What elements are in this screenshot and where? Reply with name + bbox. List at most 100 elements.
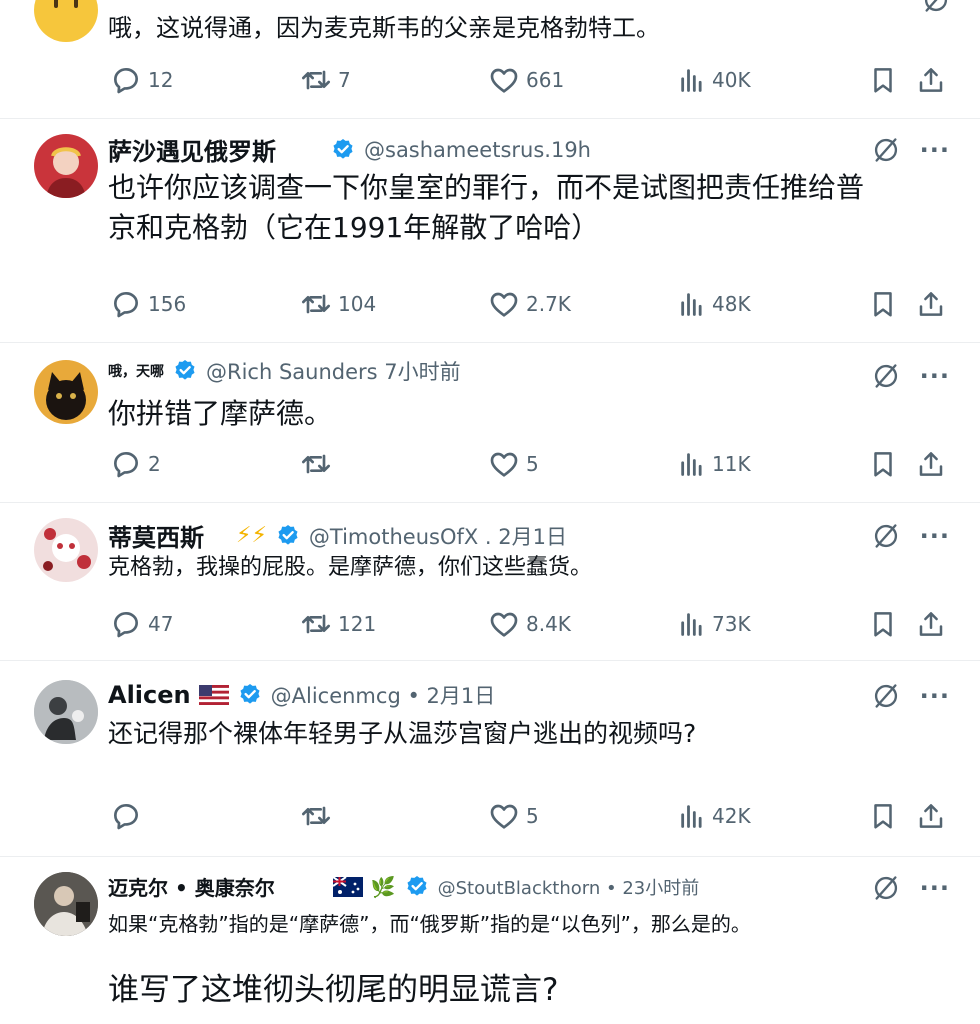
like-count: 5 [526,452,539,476]
verified-badge-icon [330,137,356,163]
grok-icon[interactable] [872,136,900,164]
user-handle[interactable]: @TimotheusOfX . 2月1日 [309,521,567,551]
avatar[interactable] [34,360,98,424]
more-options-icon[interactable]: ··· [920,874,950,902]
avatar[interactable] [34,872,98,936]
grok-icon[interactable] [872,874,900,902]
post-5: 迈克尔 • 奥康奈尔 🌿 @StoutBlackthorn • 23小时前 ··… [0,856,980,1024]
reply-button[interactable]: 47 [110,606,173,642]
reply-button[interactable]: 12 [110,62,173,98]
reply-button[interactable] [110,798,148,834]
share-icon [916,65,946,95]
views-icon [678,290,706,318]
bookmark-button[interactable] [868,62,898,98]
views-button[interactable]: 48K [678,286,751,322]
display-name[interactable]: Alicen [108,681,191,709]
verified-badge-icon [404,874,430,900]
user-handle[interactable]: @StoutBlackthorn • 23小时前 [438,874,700,900]
avatar[interactable] [34,680,98,744]
post-2: 哦，天哪 @Rich Saunders 7小时前 ··· 你拼错了摩萨德。 2 … [0,342,980,502]
post-header: Alicen @Alicenmcg • 2月1日 [108,680,495,710]
user-handle[interactable]: @Alicenmcg • 2月1日 [271,680,496,710]
reply-button[interactable]: 2 [110,446,161,482]
reply-icon [110,608,142,640]
post-text: 克格勃，我操的屁股。是摩萨德，你们这些蠢货。 [108,555,593,580]
reply-icon [110,448,142,480]
like-button[interactable]: 8.4K [488,606,571,642]
post-3: 蒂莫西斯 ⚡⚡ @TimotheusOfX . 2月1日 ··· 克格勃，我操的… [0,502,980,660]
reply-icon [110,800,142,832]
more-options-icon[interactable]: ··· [920,682,950,710]
like-button[interactable]: 5 [488,798,539,834]
bookmark-button[interactable] [868,286,898,322]
heart-icon [488,64,520,96]
repost-button[interactable]: 104 [300,286,376,322]
like-button[interactable]: 2.7K [488,286,571,322]
repost-icon [300,64,332,96]
reply-count: 156 [148,292,187,316]
display-name[interactable]: 哦，天哪 [108,361,164,381]
post-text-line: 谁写了这堆彻头彻尾的明显谎言? [108,972,559,1008]
post-text: 还记得那个裸体年轻男子从温莎宫窗户逃出的视频吗? [108,719,697,748]
display-name[interactable]: 迈克尔 • 奥康奈尔 [108,872,275,901]
post-1: 萨沙遇见俄罗斯 @sashameetsrus.19h ··· 也许你应该调查一下… [0,118,980,342]
views-button[interactable]: 40K [678,62,751,98]
like-count: 661 [526,68,565,92]
share-button[interactable] [916,446,946,482]
user-handle[interactable]: @sashameetsrus.19h [364,138,591,162]
display-name[interactable]: 萨沙遇见俄罗斯 [108,132,276,167]
post-menu [922,0,950,14]
post-actions: 5 42K [108,798,948,834]
profile-photo-icon [34,680,98,744]
post-actions: 2 5 11K [108,446,948,482]
repost-icon [300,448,332,480]
grok-icon[interactable] [872,522,900,550]
verified-badge-icon [172,358,198,384]
post-text-line: 如果“克格勃”指的是“摩萨德”，而“俄罗斯”指的是“以色列”，那么是的。 [108,912,751,936]
emoji-avatar-icon [54,0,78,8]
avatar[interactable] [34,0,98,42]
more-options-icon[interactable]: ··· [920,136,950,164]
reply-count: 47 [148,612,174,636]
bookmark-button[interactable] [868,798,898,834]
avatar[interactable] [34,518,98,582]
views-button[interactable]: 11K [678,446,751,482]
avatar[interactable] [34,134,98,198]
reply-icon [110,64,142,96]
heart-icon [488,448,520,480]
views-button[interactable]: 42K [678,798,751,834]
share-button[interactable] [916,286,946,322]
share-button[interactable] [916,798,946,834]
repost-button[interactable]: 121 [300,606,376,642]
repost-button[interactable] [300,446,338,482]
bookmark-button[interactable] [868,446,898,482]
more-options-icon[interactable]: ··· [920,522,950,550]
grok-icon[interactable] [872,362,900,390]
share-button[interactable] [916,62,946,98]
bookmark-icon [868,609,898,639]
lightning-emoji: ⚡⚡ [236,523,267,548]
like-count: 5 [526,804,539,828]
repost-button[interactable] [300,798,338,834]
post-menu: ··· [872,874,950,902]
more-options-icon[interactable]: ··· [920,362,950,390]
user-handle[interactable]: @Rich Saunders 7小时前 [206,356,461,386]
repost-icon [300,608,332,640]
repost-button[interactable]: 7 [300,62,351,98]
verified-badge-icon [275,523,301,549]
reply-button[interactable]: 156 [110,286,186,322]
grok-icon[interactable] [872,682,900,710]
share-button[interactable] [916,606,946,642]
reply-count: 12 [148,68,174,92]
bookmark-button[interactable] [868,606,898,642]
like-button[interactable]: 5 [488,446,539,482]
views-count: 73K [712,612,751,636]
post-0: 哦，这说得通，因为麦克斯韦的父亲是克格勃特工。 12 7 661 40K [0,0,980,118]
grok-icon[interactable] [922,0,950,14]
post-text-line: 也许你应该调查一下你皇室的罪行，而不是试图把责任推给普 [108,171,865,204]
views-button[interactable]: 73K [678,606,751,642]
like-button[interactable]: 661 [488,62,564,98]
views-count: 48K [712,292,751,316]
reply-count: 2 [148,452,161,476]
us-flag-icon [198,685,229,705]
